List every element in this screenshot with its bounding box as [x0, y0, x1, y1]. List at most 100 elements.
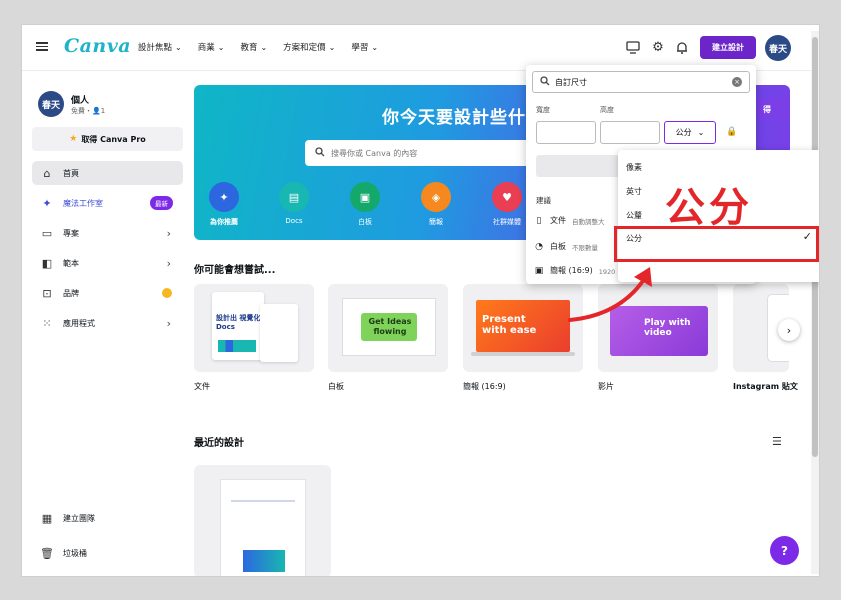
category-label: 社群媒體 — [493, 218, 521, 226]
nav-learn[interactable]: 學習 ⌄ — [351, 41, 378, 54]
size-search-input[interactable]: 自訂尺寸 × — [532, 71, 750, 93]
category-label: 簡報 — [429, 218, 443, 226]
height-field[interactable] — [600, 121, 660, 144]
sidebar-item-label: 應用程式 — [63, 318, 95, 328]
folder-icon: ▭ — [41, 226, 53, 240]
chart-graphic — [218, 340, 256, 352]
sidebar-item-magic-studio[interactable]: ✦ 魔法工作室 最新 — [32, 191, 183, 215]
search-icon — [315, 147, 325, 159]
sparkle-icon: ✦ — [42, 196, 52, 210]
chevron-down-icon: ⌄ — [175, 42, 182, 52]
bell-icon[interactable] — [674, 39, 690, 55]
apps-grid-icon: ⁙ — [42, 316, 52, 330]
width-label: 寬度 — [536, 106, 550, 114]
card-label: Instagram 貼文 — [733, 382, 798, 391]
search-placeholder: 搜尋你或 Canva 的內容 — [331, 148, 418, 158]
text-line — [231, 500, 295, 502]
thumb-title: Present with ease — [482, 314, 537, 336]
nav-pricing[interactable]: 方案和定價 ⌄ — [283, 41, 335, 54]
canva-logo[interactable]: Canva — [64, 35, 131, 57]
card-label: 簡報 (16:9) — [463, 382, 506, 391]
menu-icon[interactable] — [36, 40, 48, 52]
scrollbar[interactable] — [811, 31, 819, 574]
unit-option-pixels[interactable]: 像素 — [626, 162, 642, 173]
suggestion-card-whiteboard[interactable]: Get Ideas flowing — [328, 284, 448, 372]
category-whiteboard[interactable]: ▣ 白板 — [342, 182, 388, 227]
row-label: 文件 — [550, 216, 566, 225]
unit-select[interactable]: 公分 ⌄ — [664, 121, 716, 144]
clear-icon[interactable]: × — [732, 77, 742, 87]
suggestion-card-docs[interactable]: 設計出 視覺化Docs — [194, 284, 314, 372]
sidebar-item-label: 專案 — [63, 228, 79, 238]
whiteboard-icon: ▣ — [350, 182, 380, 212]
category-presentation[interactable]: ◈ 簡報 — [413, 182, 459, 227]
pro-crown-icon — [162, 288, 172, 298]
unit-value: 公分 — [675, 128, 692, 137]
sidebar-item-brand[interactable]: ⊡ 品牌 — [32, 281, 183, 305]
chevron-right-icon: › — [166, 316, 171, 330]
crown-icon: ★ — [69, 134, 78, 144]
nav-label: 商業 — [197, 43, 215, 53]
annotation-callout: 公分 — [665, 185, 753, 231]
carousel-next-button[interactable]: › — [778, 319, 800, 341]
heart-icon: ♥ — [492, 182, 522, 212]
top-nav: 設計焦點 ⌄ 商業 ⌄ 教育 ⌄ 方案和定價 ⌄ 學習 ⌄ — [138, 41, 378, 54]
recent-design-card[interactable] — [194, 465, 331, 576]
sidebar-item-projects[interactable]: ▭ 專案 › — [32, 221, 183, 245]
lock-icon[interactable]: 🔒 — [726, 127, 737, 137]
category-for-you[interactable]: ✦ 為你推薦 — [201, 182, 247, 227]
category-docs[interactable]: ▤ Docs — [271, 182, 317, 225]
row-sub: 自動調整大 — [572, 217, 605, 226]
unit-option-inches[interactable]: 英寸 — [626, 186, 642, 197]
doc-thumbnail: 設計出 視覺化Docs — [212, 292, 264, 360]
trash-icon: 🗑 — [40, 546, 54, 560]
search-input[interactable]: 搜尋你或 Canva 的內容 — [305, 140, 555, 166]
sidebar-item-trash[interactable]: 🗑 垃圾桶 — [32, 541, 183, 565]
sidebar-item-create-team[interactable]: ▦ 建立團隊 — [32, 506, 183, 530]
unit-option-millimeters[interactable]: 公釐 — [626, 210, 642, 221]
sidebar-item-apps[interactable]: ⁙ 應用程式 › — [32, 311, 183, 335]
nav-business[interactable]: 商業 ⌄ — [197, 41, 225, 54]
account-avatar[interactable]: 春天 — [38, 91, 64, 117]
chevron-down-icon: ⌄ — [260, 42, 268, 52]
home-icon: ⌂ — [43, 166, 51, 180]
account-name[interactable]: 個人 — [71, 93, 89, 106]
size-search-value: 自訂尺寸 — [555, 77, 587, 87]
chevron-down-icon: ⌄ — [697, 128, 705, 137]
sidebar-item-templates[interactable]: ◧ 範本 › — [32, 251, 183, 275]
suggestion-row-doc[interactable]: ▯ 文件 自動調整大 — [534, 215, 605, 226]
whiteboard-thumbnail: Get Ideas flowing — [342, 298, 436, 356]
list-view-icon[interactable]: ☰ — [772, 435, 782, 448]
sidebar-item-home[interactable]: ⌂ 首頁 — [32, 161, 183, 185]
gear-icon[interactable]: ⚙ — [650, 39, 666, 55]
category-social-media[interactable]: ♥ 社群媒體 — [484, 182, 530, 227]
laptop-base — [471, 352, 575, 356]
presentation-icon: ▣ — [534, 265, 544, 276]
chevron-right-icon: › — [166, 226, 171, 240]
doc-icon: ▤ — [279, 182, 309, 212]
get-pro-button[interactable]: ★ 取得 Canva Pro — [32, 127, 183, 151]
sidebar-item-label: 品牌 — [63, 288, 79, 298]
doc-icon: ▯ — [536, 215, 542, 226]
thumb-title: 設計出 視覺化Docs — [216, 314, 261, 331]
thumb-title: Get Ideas flowing — [368, 317, 412, 336]
desktop-app-icon[interactable] — [625, 39, 641, 55]
avatar[interactable]: 春天 — [765, 35, 791, 61]
nav-design-spotlight[interactable]: 設計焦點 ⌄ — [138, 41, 182, 54]
search-icon — [540, 76, 550, 88]
design-thumbnail — [220, 479, 306, 576]
doc-thumbnail-back — [260, 304, 298, 362]
annotation-arrow-icon — [568, 267, 652, 322]
height-label: 高度 — [600, 106, 614, 114]
nav-label: 方案和定價 — [283, 43, 326, 53]
help-button[interactable]: ? — [770, 536, 799, 565]
suggestions-label: 建議 — [536, 196, 551, 205]
nav-label: 教育 — [240, 43, 258, 53]
create-design-button[interactable]: 建立設計 — [700, 36, 756, 59]
width-field[interactable] — [536, 121, 596, 144]
category-label: 為你推薦 — [210, 218, 238, 226]
chevron-right-icon: › — [786, 323, 792, 337]
nav-education[interactable]: 教育 ⌄ — [240, 41, 268, 54]
recent-title: 最近的設計 — [194, 438, 244, 449]
new-badge: 最新 — [150, 196, 173, 210]
